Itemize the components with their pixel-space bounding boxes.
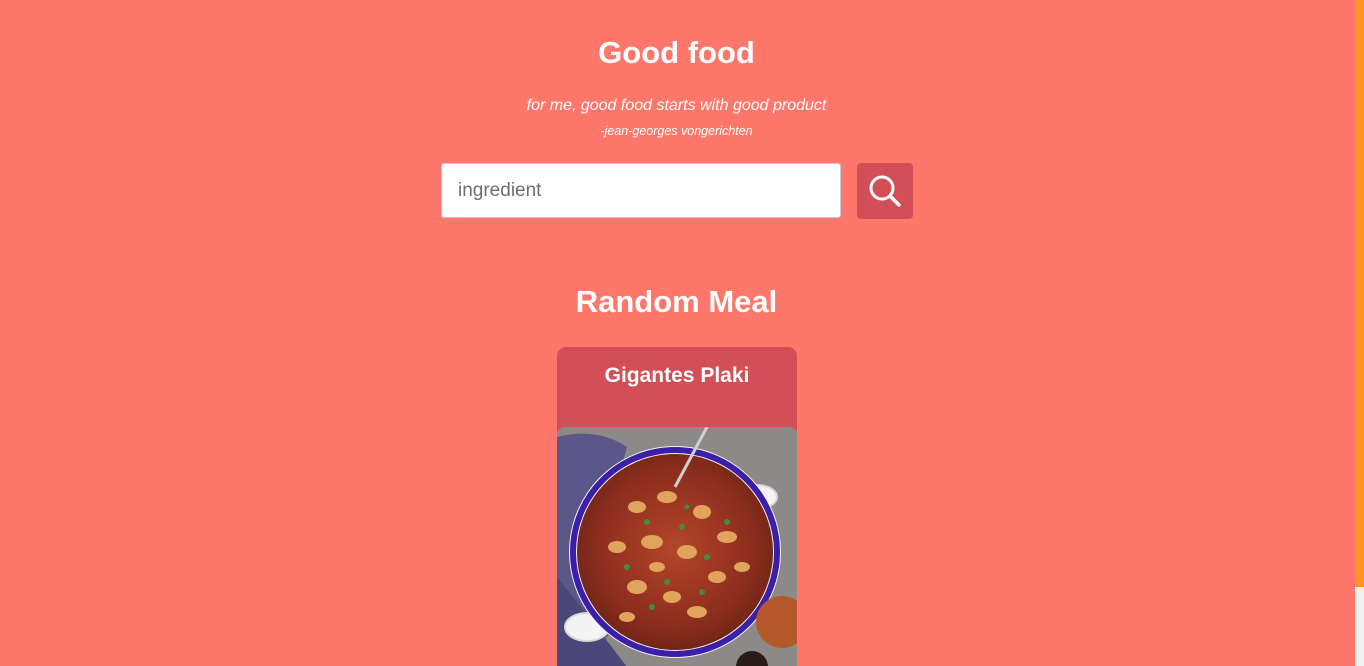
search-button[interactable] xyxy=(857,163,913,219)
meal-card[interactable]: Gigantes Plaki xyxy=(557,347,797,666)
ingredient-search-input[interactable] xyxy=(441,163,841,218)
page: Good food for me, good food starts with … xyxy=(0,0,1355,666)
page-title: Good food xyxy=(598,35,755,70)
scrollbar-thumb[interactable] xyxy=(1355,0,1364,587)
page-scrollbar[interactable] xyxy=(1355,0,1364,666)
quote-author: -jean-georges vongerichten xyxy=(600,124,753,138)
search-icon xyxy=(869,175,901,207)
header-quote: for me, good food starts with good produ… xyxy=(526,97,827,114)
meal-photo-illustration xyxy=(557,427,797,666)
meal-photo[interactable] xyxy=(557,427,797,666)
random-meal-heading: Random Meal xyxy=(575,284,778,319)
meal-name: Gigantes Plaki xyxy=(604,364,750,387)
